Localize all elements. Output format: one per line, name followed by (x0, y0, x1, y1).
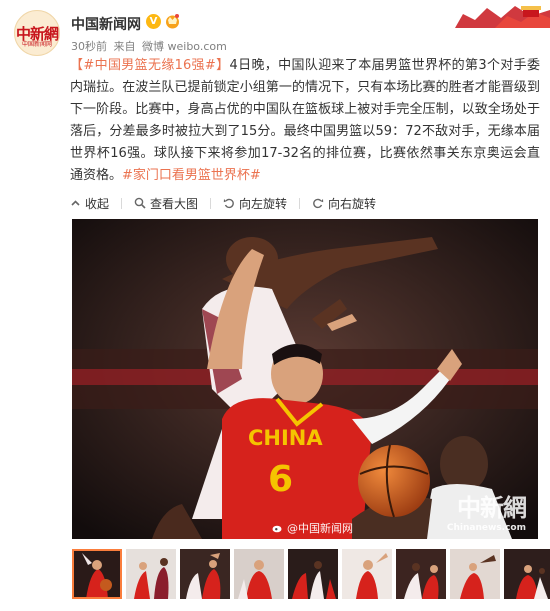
thumbnail[interactable] (396, 549, 446, 599)
view-large-button[interactable]: 查看大图 (134, 195, 198, 212)
topic-bracket-open: 【 (70, 58, 84, 73)
rotate-left-icon (223, 198, 234, 209)
festive-banner-decoration (435, 0, 550, 28)
thumbnail-image (450, 549, 500, 599)
magnify-icon (134, 197, 146, 209)
thumbnail[interactable] (288, 549, 338, 599)
thumbnail-image (126, 549, 176, 599)
rotate-left-button[interactable]: 向左旋转 (223, 195, 287, 212)
post-body: 4日晚，中国队迎来了本届男篮世界杯的第3个对手委内瑞拉。在波兰队已提前锁定小组第… (70, 58, 540, 183)
topic-link[interactable]: #中国男篮无缘16强# (83, 58, 215, 73)
thumbnail[interactable] (234, 549, 284, 599)
thumbnail-image (504, 549, 550, 599)
thumbnail-image (396, 549, 446, 599)
post-content: 【#中国男篮无缘16强#】4日晚，中国队迎来了本届男篮世界杯的第3个对手委内瑞拉… (70, 55, 540, 187)
weibo-post-card: 中新網 中国新闻网 中国新闻网 V 30秒前 来自 微博 weibo.com 【… (0, 0, 550, 611)
collapse-label: 收起 (85, 196, 110, 211)
jersey-text: CHINA (248, 426, 323, 450)
author-avatar[interactable]: 中新網 中国新闻网 (14, 10, 60, 56)
toolbar-divider (299, 197, 301, 209)
rotate-right-button[interactable]: 向右旋转 (312, 195, 376, 212)
trailing-topic-link[interactable]: #家门口看男篮世界杯# (122, 168, 261, 183)
collapse-button[interactable]: 收起 (70, 195, 109, 212)
toolbar-divider (210, 197, 212, 209)
topic-bracket-close: 】 (215, 58, 230, 73)
rotate-right-label: 向右旋转 (328, 196, 377, 211)
thumbnail-image (234, 549, 284, 599)
member-crown-icon (166, 14, 179, 29)
verified-badge-icon: V (146, 14, 161, 29)
thumbnail[interactable] (126, 549, 176, 599)
thumbnail-image (72, 549, 122, 599)
thumbnail-strip (72, 549, 550, 599)
thumbnail-image (180, 549, 230, 599)
avatar-caption: 中国新闻网 (21, 41, 52, 48)
post-meta: 30秒前 来自 微博 weibo.com (71, 38, 230, 54)
thumbnail[interactable] (450, 549, 500, 599)
weibo-watermark: @中国新闻网 (272, 520, 353, 536)
thumbnail[interactable] (342, 549, 392, 599)
thumbnail[interactable] (72, 549, 122, 599)
post-time[interactable]: 30秒前 (71, 40, 107, 53)
watermark-site: Chinanews.com (446, 523, 526, 533)
weibo-logo-icon (272, 525, 282, 533)
watermark-logo: 中新網 (457, 493, 527, 522)
author-name[interactable]: 中国新闻网 (71, 14, 141, 34)
collapse-icon (71, 199, 80, 206)
chinanews-watermark: 中新網 Chinanews.com (446, 488, 527, 533)
rotate-right-icon (313, 198, 324, 209)
view-large-label: 查看大图 (150, 196, 199, 211)
thumbnail[interactable] (504, 549, 550, 599)
thumbnail-image (288, 549, 338, 599)
image-toolbar: 收起 查看大图 向左旋转 向右旋转 (70, 194, 388, 212)
thumbnail-image (342, 549, 392, 599)
thumbnail[interactable] (180, 549, 230, 599)
jersey-number: 6 (268, 459, 293, 500)
weibo-watermark-text: @中国新闻网 (287, 522, 353, 535)
main-photo[interactable]: CHINA 6 @中国新闻网 中新網 Chinanews.com (72, 219, 538, 539)
rotate-left-label: 向左旋转 (239, 196, 288, 211)
source-prefix: 来自 (113, 40, 136, 53)
post-source[interactable]: 微博 weibo.com (142, 40, 227, 53)
toolbar-divider (121, 197, 123, 209)
